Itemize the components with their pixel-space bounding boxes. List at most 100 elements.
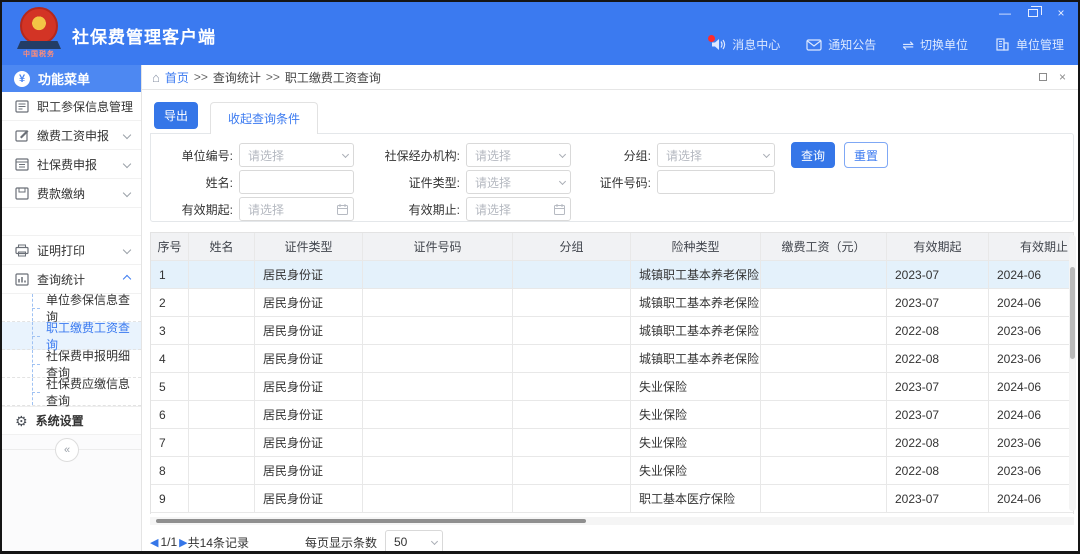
table-row[interactable]: 6居民身份证失业保险2023-072024-06	[151, 401, 1074, 429]
topbar: 中国税务 社保费管理客户端 — × 消息中心 通知公告	[2, 2, 1078, 65]
table-cell-id_no	[363, 261, 513, 288]
form-icon	[15, 158, 29, 171]
unit-no-select[interactable]: 请选择	[239, 143, 354, 167]
breadcrumb-level1: 查询统计	[213, 69, 261, 86]
group-select[interactable]: 请选择	[657, 143, 775, 167]
valid-to-datepicker[interactable]: 请选择	[466, 197, 571, 221]
table-cell-insurance: 城镇职工基本养老保险	[631, 289, 761, 316]
sidebar-item-fee-declare[interactable]: 社保费申报	[2, 150, 141, 179]
table-cell-end: 2024-06	[989, 373, 1074, 400]
breadcrumb-level2: 职工缴费工资查询	[285, 69, 381, 86]
table-cell-start: 2023-07	[887, 289, 989, 316]
vertical-scrollbar[interactable]	[1069, 235, 1076, 511]
table-row[interactable]: 1居民身份证城镇职工基本养老保险2023-072024-06	[151, 261, 1074, 289]
table-cell-group	[513, 317, 631, 344]
table-cell-name	[189, 457, 255, 484]
sidebar-item-payable-info-query[interactable]: 社保费应缴信息查询	[2, 378, 141, 406]
table-cell-salary	[761, 261, 887, 288]
table-cell-end: 2024-06	[989, 401, 1074, 428]
export-button[interactable]: 导出	[154, 102, 198, 129]
id-type-select[interactable]: 请选择	[466, 170, 571, 194]
name-input[interactable]	[248, 175, 345, 189]
table-row[interactable]: 9居民身份证职工基本医疗保险2023-072024-06	[151, 485, 1074, 513]
valid-to-label: 有效期止:	[374, 201, 466, 218]
page-size-select[interactable]: 50	[385, 530, 443, 554]
table-cell-end: 2024-06	[989, 485, 1074, 512]
app-title: 社保费管理客户端	[72, 23, 216, 48]
id-type-label: 证件类型:	[374, 174, 466, 191]
sidebar-item-cert-print[interactable]: 证明打印	[2, 236, 141, 265]
logo-caption: 中国税务	[16, 49, 62, 59]
chevron-down-icon	[559, 151, 566, 158]
table-cell-id_type: 居民身份证	[255, 317, 363, 344]
close-button[interactable]: ×	[1054, 6, 1068, 20]
query-form-panel: 单位编号: 请选择 社保经办机构: 请选择 分组: 请选择 查询 重置	[150, 133, 1074, 222]
message-center-button[interactable]: 消息中心	[710, 36, 780, 53]
table-cell-id_no	[363, 373, 513, 400]
table-cell-start: 2022-08	[887, 429, 989, 456]
id-no-input[interactable]	[666, 175, 766, 189]
table-cell-group	[513, 485, 631, 512]
sidebar-item-fee-payment[interactable]: 费款缴纳	[2, 179, 141, 208]
table-cell-insurance: 失业保险	[631, 401, 761, 428]
table-cell-insurance: 城镇职工基本养老保险	[631, 345, 761, 372]
table-cell-end: 2023-06	[989, 429, 1074, 456]
notice-button[interactable]: 通知公告	[806, 36, 876, 53]
id-no-field-wrap	[657, 170, 775, 194]
table-row[interactable]: 4居民身份证城镇职工基本养老保险2022-082023-06	[151, 345, 1074, 373]
table-cell-id_type: 居民身份证	[255, 373, 363, 400]
table-cell-start: 2023-07	[887, 485, 989, 512]
vertical-scrollbar-thumb[interactable]	[1070, 267, 1075, 359]
table-row[interactable]: 3居民身份证城镇职工基本养老保险2022-082023-06	[151, 317, 1074, 345]
unit-no-label: 单位编号:	[161, 147, 239, 164]
table-cell-salary	[761, 485, 887, 512]
table-row[interactable]: 2居民身份证城镇职工基本养老保险2023-072024-06	[151, 289, 1074, 317]
horizontal-scrollbar-thumb[interactable]	[156, 519, 586, 523]
valid-from-datepicker[interactable]: 请选择	[239, 197, 354, 221]
page-indicator: 1/1	[160, 535, 177, 549]
prev-page-button[interactable]: ◀	[150, 536, 158, 549]
minimize-button[interactable]: —	[998, 6, 1012, 20]
table-header-row: 序号姓名证件类型证件号码分组险种类型缴费工资（元）有效期起有效期止	[151, 233, 1074, 261]
table-row[interactable]: 7居民身份证失业保险2022-082023-06	[151, 429, 1074, 457]
calendar-icon	[337, 204, 348, 215]
restore-button[interactable]	[1026, 6, 1040, 20]
chevron-down-icon	[763, 151, 770, 158]
table-cell-seq: 6	[151, 401, 189, 428]
table-cell-salary	[761, 317, 887, 344]
sidebar-item-settings[interactable]: ⚙ 系统设置	[2, 406, 141, 435]
column-header: 分组	[513, 233, 631, 260]
page-maximize-icon[interactable]	[1039, 73, 1047, 81]
switch-unit-button[interactable]: ⇌ 切换单位	[902, 36, 968, 53]
table-cell-id_type: 居民身份证	[255, 261, 363, 288]
table-cell-name	[189, 401, 255, 428]
table-cell-insurance: 城镇职工基本养老保险	[631, 261, 761, 288]
sidebar-item-salary-declare[interactable]: 缴费工资申报	[2, 121, 141, 150]
table-cell-id_no	[363, 457, 513, 484]
query-stats-submenu: 单位参保信息查询 职工缴费工资查询 社保费申报明细查询 社保费应缴信息查询	[2, 294, 141, 406]
table-cell-end: 2024-06	[989, 261, 1074, 288]
restore-icon	[1028, 9, 1038, 17]
table-row[interactable]: 5居民身份证失业保险2023-072024-06	[151, 373, 1074, 401]
unit-management-button[interactable]: 单位管理	[994, 36, 1064, 53]
table-cell-group	[513, 345, 631, 372]
sidebar-item-employee-info[interactable]: 职工参保信息管理	[2, 92, 141, 121]
horizontal-scrollbar[interactable]	[150, 517, 1074, 525]
table-cell-insurance: 失业保险	[631, 457, 761, 484]
table-cell-id_type: 居民身份证	[255, 345, 363, 372]
page-close-icon[interactable]: ×	[1059, 71, 1066, 83]
table-cell-seq: 8	[151, 457, 189, 484]
sidebar-redacted-item	[2, 208, 141, 236]
collapse-query-tab[interactable]: 收起查询条件	[210, 102, 318, 134]
agency-select[interactable]: 请选择	[466, 143, 571, 167]
breadcrumb-home-link[interactable]: 首页	[165, 69, 189, 86]
column-header: 险种类型	[631, 233, 761, 260]
sidebar-collapse-button[interactable]: «	[55, 438, 79, 462]
table-cell-id_no	[363, 485, 513, 512]
table-row[interactable]: 8居民身份证失业保险2022-082023-06	[151, 457, 1074, 485]
search-button[interactable]: 查询	[791, 142, 835, 168]
valid-from-label: 有效期起:	[161, 201, 239, 218]
reset-button[interactable]: 重置	[844, 142, 888, 168]
next-page-button[interactable]: ▶	[179, 536, 187, 549]
table-cell-group	[513, 373, 631, 400]
